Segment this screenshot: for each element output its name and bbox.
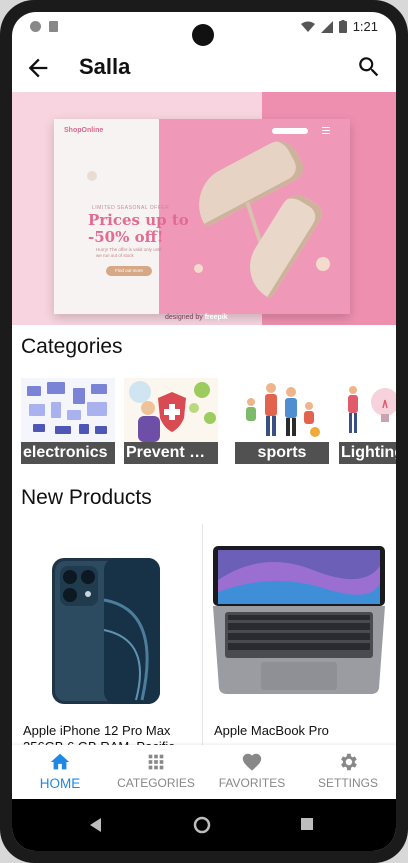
category-label: Prevent Corona (124, 442, 218, 464)
page-title: Salla (79, 54, 131, 79)
lighting-image (339, 378, 396, 442)
categories-list[interactable]: electronics Prevent Corona (21, 378, 396, 468)
app-bar: Salla (12, 46, 396, 90)
nav-label: CATEGORIES (117, 776, 195, 790)
signal-icon (320, 20, 333, 33)
home-icon (50, 753, 70, 770)
categories-heading: Categories (21, 335, 123, 358)
nav-favorites[interactable]: FAVORITES (204, 745, 300, 799)
banner-menu-icon (322, 127, 330, 134)
banner-cta-button: Find out more (106, 266, 152, 276)
electronics-image (21, 378, 115, 442)
prevent-corona-image (124, 378, 218, 442)
category-item-lighting[interactable]: Lighting (339, 378, 396, 466)
promo-banner[interactable]: ShopOnline LIMITED SEASONAL OFFER Prices… (12, 92, 396, 325)
product-card-macbook[interactable]: Apple MacBook Pro (203, 520, 393, 745)
nav-label: HOME (39, 776, 81, 791)
system-recents-icon[interactable] (301, 818, 313, 830)
bottom-navigation: HOME CATEGORIES FAVORITES SETTINGS (12, 745, 396, 799)
back-button[interactable] (24, 54, 52, 82)
status-bar: 1:21 (12, 12, 396, 46)
macbook-image (213, 546, 385, 694)
search-button[interactable] (356, 54, 382, 80)
battery-icon (338, 20, 347, 33)
sports-image (235, 378, 329, 442)
product-card-iphone[interactable]: Apple iPhone 12 Pro Max 256GB 6 GB RAM, … (12, 520, 202, 745)
status-time: 1:21 (352, 19, 378, 34)
arrow-left-icon (28, 58, 48, 78)
product-name: Apple MacBook Pro (214, 723, 329, 738)
front-camera (192, 24, 214, 46)
screen: 1:21 Salla ShopOnline LIMITED SEASONAL O… (12, 12, 396, 851)
new-products-heading: New Products (21, 486, 152, 509)
grid-icon (148, 754, 164, 770)
iphone-image (52, 558, 160, 704)
search-icon (359, 57, 379, 77)
system-navigation-bar (12, 799, 396, 851)
category-item-electronics[interactable]: electronics (21, 378, 115, 466)
nav-label: SETTINGS (317, 776, 378, 790)
product-name: Apple iPhone 12 Pro Max 256GB 6 GB RAM, … (23, 723, 175, 745)
banner-headline: Prices up to -50% off! (88, 211, 189, 246)
nav-home[interactable]: HOME (12, 745, 108, 799)
banner-card: ShopOnline LIMITED SEASONAL OFFER Prices… (54, 119, 350, 314)
nav-categories[interactable]: CATEGORIES (108, 745, 204, 799)
category-item-prevent-corona[interactable]: Prevent Corona (124, 378, 218, 466)
banner-credit: designed by freepik (165, 314, 228, 321)
banner-brand: ShopOnline (64, 127, 104, 134)
phone-frame: 1:21 Salla ShopOnline LIMITED SEASONAL O… (0, 0, 408, 863)
category-label: electronics (21, 442, 115, 464)
category-label: sports (235, 442, 329, 464)
gear-icon (341, 753, 357, 771)
heart-icon (242, 753, 262, 771)
notification-icon (30, 21, 41, 32)
banner-search-bar (272, 128, 308, 134)
products-list[interactable]: Apple iPhone 12 Pro Max 256GB 6 GB RAM, … (12, 520, 396, 745)
sim-card-icon (49, 21, 58, 32)
category-item-sports[interactable]: sports (235, 378, 329, 466)
nav-settings[interactable]: SETTINGS (300, 745, 396, 799)
wifi-icon (300, 21, 315, 32)
category-label: Lighting (339, 442, 396, 464)
nav-label: FAVORITES (218, 776, 286, 790)
system-back-icon[interactable] (90, 818, 102, 832)
system-home-icon[interactable] (193, 816, 211, 834)
banner-subtext: Hurry! The offer is valid only until we … (96, 247, 162, 258)
